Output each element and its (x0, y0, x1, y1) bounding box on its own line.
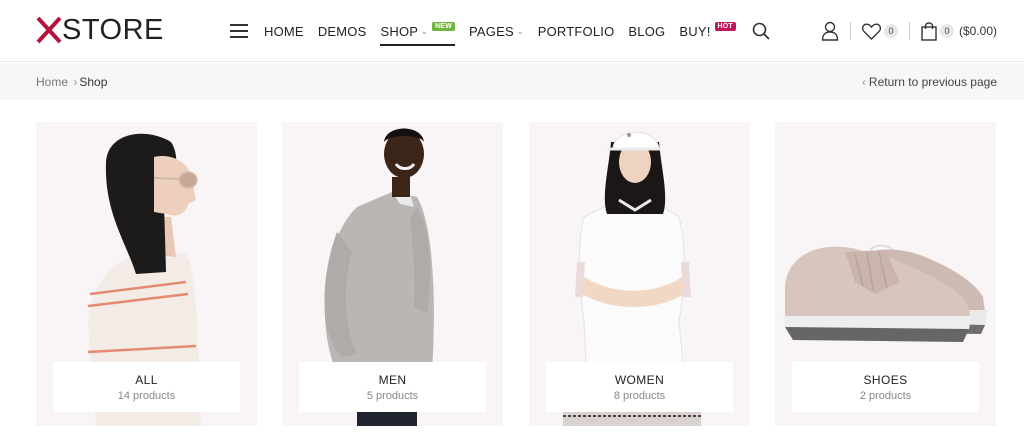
site-header: STORE HOME DEMOS SHOP ⌄ NEW PAGES ⌄ PORT… (0, 0, 1024, 62)
category-card-shoes[interactable]: SHOES 2 products (775, 122, 996, 426)
hamburger-menu-icon[interactable] (230, 24, 248, 38)
cart-total: ($0.00) (958, 24, 997, 38)
nav-label: BUY! (679, 23, 711, 39)
nav-label: DEMOS (317, 23, 367, 39)
search-icon[interactable] (752, 22, 770, 40)
cart-button[interactable]: 0 ($0.00) (921, 21, 997, 41)
nav-item-portfolio[interactable]: PORTFOLIO (538, 24, 615, 39)
breadcrumb-home-link[interactable]: Home (36, 75, 68, 89)
chevron-down-icon: ⌄ (516, 26, 524, 36)
category-title: ALL (135, 373, 158, 387)
category-product-count: 5 products (366, 390, 419, 402)
breadcrumb-current: Shop (79, 75, 108, 89)
header-tools: 0 0 ($0.00) (821, 19, 997, 43)
logo[interactable]: STORE (36, 14, 164, 46)
breadcrumb: Home › Shop (36, 75, 107, 89)
category-card-men[interactable]: MEN 5 products (282, 122, 503, 426)
nav-item-pages[interactable]: PAGES ⌄ (469, 24, 524, 39)
nav-label: PORTFOLIO (537, 23, 615, 39)
category-product-count: 2 products (859, 390, 912, 402)
category-label: ALL 14 products (53, 362, 240, 412)
category-label: WOMEN 8 products (546, 362, 733, 412)
nav-item-home[interactable]: HOME (264, 24, 304, 39)
nav-item-shop[interactable]: SHOP ⌄ NEW (380, 21, 455, 46)
new-badge: NEW (432, 21, 455, 31)
category-card-women[interactable]: WOMEN 8 products (529, 122, 750, 426)
nav-item-demos[interactable]: DEMOS (318, 24, 367, 39)
category-label: MEN 5 products (299, 362, 486, 412)
category-product-count: 14 products (117, 390, 176, 402)
nav-label: PAGES (468, 23, 514, 39)
logo-x-mark-icon (36, 16, 62, 44)
category-title: WOMEN (614, 373, 665, 387)
category-product-count: 8 products (613, 390, 666, 402)
return-to-previous-link[interactable]: ‹ Return to previous page (862, 75, 997, 89)
chevron-down-icon: ⌄ (421, 26, 429, 36)
category-title: MEN (378, 373, 407, 387)
cart-count: 0 (939, 24, 954, 38)
category-label: SHOES 2 products (792, 362, 979, 412)
nav-label: SHOP (380, 23, 419, 39)
heart-icon (861, 22, 881, 40)
nav-item-blog[interactable]: BLOG (628, 24, 665, 39)
hot-badge: HOT (714, 21, 736, 31)
chevron-left-icon: ‹ (861, 75, 866, 89)
chevron-right-icon: › (73, 75, 78, 89)
divider (908, 22, 910, 40)
user-account-icon[interactable] (821, 21, 839, 41)
divider (849, 22, 851, 40)
nav-label: HOME (264, 23, 304, 39)
nav-item-buy[interactable]: BUY! HOT (679, 21, 736, 39)
return-label: Return to previous page (868, 75, 997, 89)
wishlist-button[interactable]: 0 (861, 22, 898, 40)
main-nav: HOME DEMOS SHOP ⌄ NEW PAGES ⌄ PORTFOLIO … (230, 18, 770, 46)
category-card-all[interactable]: ALL 14 products (36, 122, 257, 426)
wishlist-count: 0 (883, 24, 898, 38)
category-title: SHOES (863, 373, 908, 387)
nav-label: BLOG (628, 23, 666, 39)
breadcrumb-bar: Home › Shop ‹ Return to previous page (0, 63, 1024, 100)
logo-text: STORE (62, 14, 164, 46)
shopping-bag-icon (921, 21, 937, 41)
